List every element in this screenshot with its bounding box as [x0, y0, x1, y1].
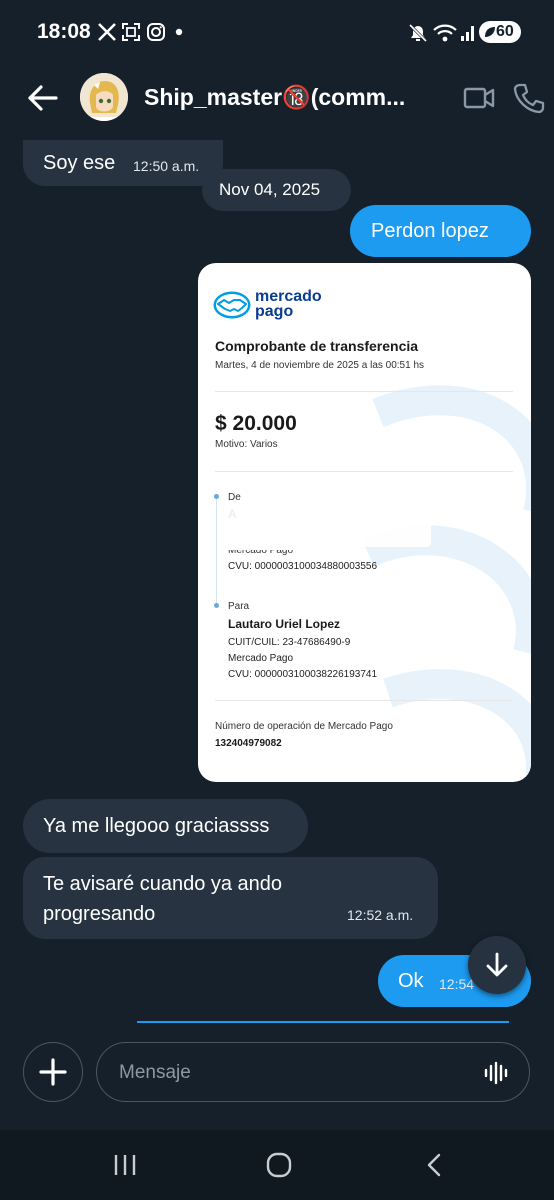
operation-number: 132404979082: [215, 738, 282, 749]
x-logo-icon: [98, 23, 116, 41]
message-text: Ok: [398, 970, 424, 992]
timeline-dot: [214, 494, 219, 499]
avatar-image: [80, 73, 128, 121]
battery-level: 60: [496, 23, 514, 40]
recipient-bank: Mercado Pago: [228, 653, 294, 664]
wifi-icon: [433, 24, 457, 42]
message-timestamp: 12:52 a.m.: [347, 907, 414, 923]
timeline-line: [216, 496, 217, 606]
contact-name[interactable]: Ship_master🔞(comm...: [144, 84, 424, 111]
battery-leaf-icon: [485, 27, 495, 37]
typing-indicator-line: [137, 1021, 509, 1023]
redaction-block: [226, 501, 431, 547]
system-navigation-bar: [0, 1130, 554, 1200]
screenshot-icon: [122, 23, 140, 41]
scroll-to-bottom-button[interactable]: [468, 936, 526, 994]
message-text-line1: Te avisaré cuando ya ando: [43, 873, 283, 895]
message-incoming[interactable]: Ya me llegooo graciassss: [23, 799, 308, 853]
operation-label: Número de operación de Mercado Pago: [215, 721, 393, 732]
scroll-down-icon: [486, 952, 508, 977]
avatar[interactable]: [80, 73, 128, 121]
message-timestamp: 12:50 a.m.: [133, 158, 200, 174]
receipt-title: Comprobante de transferencia: [215, 338, 419, 354]
notification-dot-icon: [175, 28, 183, 36]
message-text: Soy ese: [43, 152, 116, 174]
signal-icon: [461, 26, 474, 41]
recipient-label: Para: [228, 601, 250, 612]
status-time: 18:08: [37, 20, 91, 43]
home-icon[interactable]: [265, 1151, 293, 1179]
transfer-receipt-image[interactable]: mercado pago Comprobante de transferenci…: [198, 263, 531, 782]
message-input-container: [96, 1042, 530, 1102]
message-input[interactable]: [119, 1060, 459, 1086]
date-divider-text: Nov 04, 2025: [219, 180, 321, 199]
recipient-name: Lautaro Uriel Lopez: [228, 617, 341, 631]
separator: [215, 391, 513, 392]
recent-apps-icon[interactable]: [112, 1152, 138, 1178]
plus-icon: [39, 1058, 67, 1086]
voice-wave-icon[interactable]: [483, 1060, 509, 1086]
attach-button[interactable]: [23, 1042, 83, 1102]
transfer-motivo: Motivo: Varios: [215, 439, 278, 450]
date-divider: Nov 04, 2025: [202, 169, 351, 211]
timeline-dot: [214, 603, 219, 608]
message-incoming[interactable]: Soy ese 12:50 a.m.: [23, 140, 223, 186]
nav-back-icon[interactable]: [422, 1152, 448, 1178]
mercado-pago-logo-icon: [213, 291, 251, 319]
phone-icon[interactable]: [513, 82, 545, 114]
message-outgoing[interactable]: Perdon lopez: [350, 205, 531, 257]
back-arrow-icon[interactable]: [22, 80, 62, 116]
message-incoming[interactable]: Te avisaré cuando ya ando progresando 12…: [23, 857, 438, 939]
transfer-amount: $ 20.000: [215, 412, 297, 435]
video-call-icon[interactable]: [463, 82, 495, 114]
instagram-icon: [147, 23, 165, 41]
recipient-cuit: CUIT/CUIL: 23-47686490-9: [228, 637, 351, 648]
brand-name-line2: pago: [255, 303, 294, 320]
message-text: Perdon lopez: [371, 220, 489, 242]
separator: [215, 700, 513, 701]
mute-icon: [408, 23, 428, 43]
status-bar: 18:08 60: [0, 0, 554, 64]
receipt-datetime: Martes, 4 de noviembre de 2025 a las 00:…: [215, 360, 425, 371]
recipient-cvu: CVU: 0000003100038226193741: [228, 669, 378, 680]
battery-indicator: 60: [479, 21, 521, 43]
separator: [215, 471, 513, 472]
message-timestamp: 12:54: [439, 976, 475, 992]
conversation-header: Ship_master🔞(comm...: [0, 64, 554, 144]
composer: [0, 1032, 554, 1128]
message-text: Ya me llegooo graciassss: [43, 815, 270, 837]
sender-cvu: CVU: 0000003100034880003556: [228, 561, 378, 572]
message-text-line2: progresando: [43, 903, 156, 925]
